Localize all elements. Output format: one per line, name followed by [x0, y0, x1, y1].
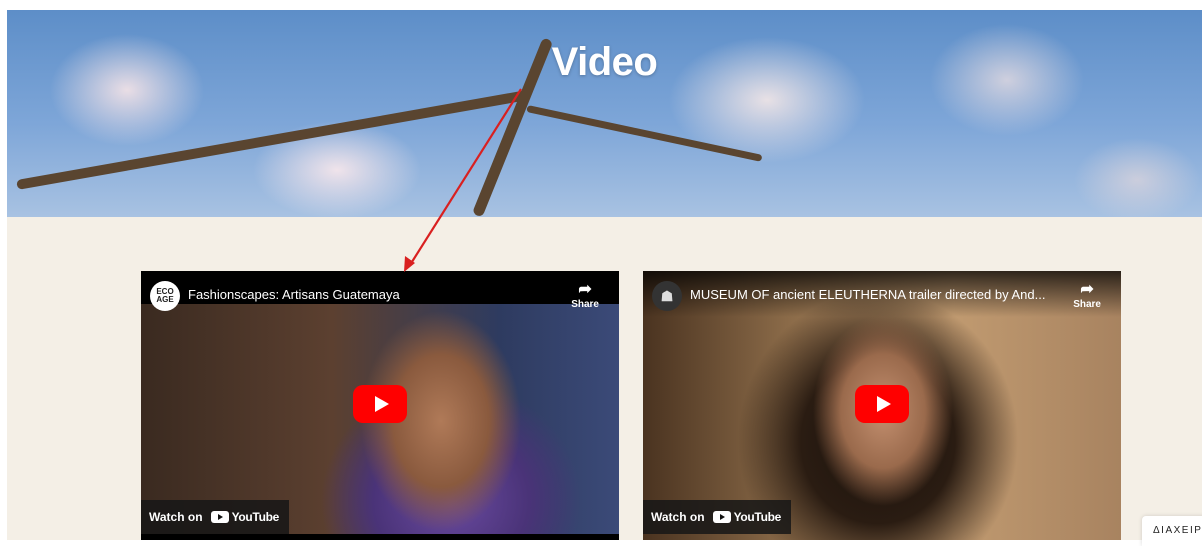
watch-on-label: Watch on [149, 510, 203, 524]
watch-on-youtube-button[interactable]: Watch on YouTube [643, 500, 792, 534]
youtube-icon [712, 511, 731, 523]
channel-avatar[interactable]: ☗ [652, 281, 682, 311]
youtube-label: YouTube [733, 510, 782, 524]
video-title[interactable]: Fashionscapes: Artisans Guatemaya [188, 287, 400, 302]
play-button[interactable] [353, 385, 407, 423]
admin-tab[interactable]: ΔΙΑΧΕΙΡ [1142, 516, 1202, 546]
video-bottom-strip [141, 534, 619, 540]
watch-on-label: Watch on [651, 510, 705, 524]
page-title: Video [551, 40, 658, 84]
share-button[interactable]: ➦ Share [571, 281, 599, 310]
video-embed-1[interactable]: ECO AGE Fashionscapes: Artisans Guatemay… [141, 271, 619, 540]
share-button[interactable]: ➦ Share [1073, 281, 1101, 310]
play-icon [374, 396, 389, 412]
hero-banner: Video [7, 10, 1202, 217]
branch-decoration [16, 89, 530, 190]
video-title[interactable]: MUSEUM OF ancient ELEUTHERNA trailer dir… [690, 287, 1045, 302]
video-embed-2[interactable]: ☗ MUSEUM OF ancient ELEUTHERNA trailer d… [643, 271, 1121, 540]
youtube-logo: YouTube [210, 510, 280, 524]
youtube-logo: YouTube [712, 510, 782, 524]
channel-avatar[interactable]: ECO AGE [150, 281, 180, 311]
youtube-icon [210, 511, 229, 523]
youtube-label: YouTube [231, 510, 280, 524]
share-label: Share [571, 299, 599, 310]
share-icon: ➦ [1080, 281, 1094, 298]
play-icon [876, 396, 891, 412]
share-icon: ➦ [578, 281, 592, 298]
watch-on-youtube-button[interactable]: Watch on YouTube [141, 500, 290, 534]
branch-decoration [526, 105, 763, 162]
play-button[interactable] [855, 385, 909, 423]
share-label: Share [1073, 299, 1101, 310]
